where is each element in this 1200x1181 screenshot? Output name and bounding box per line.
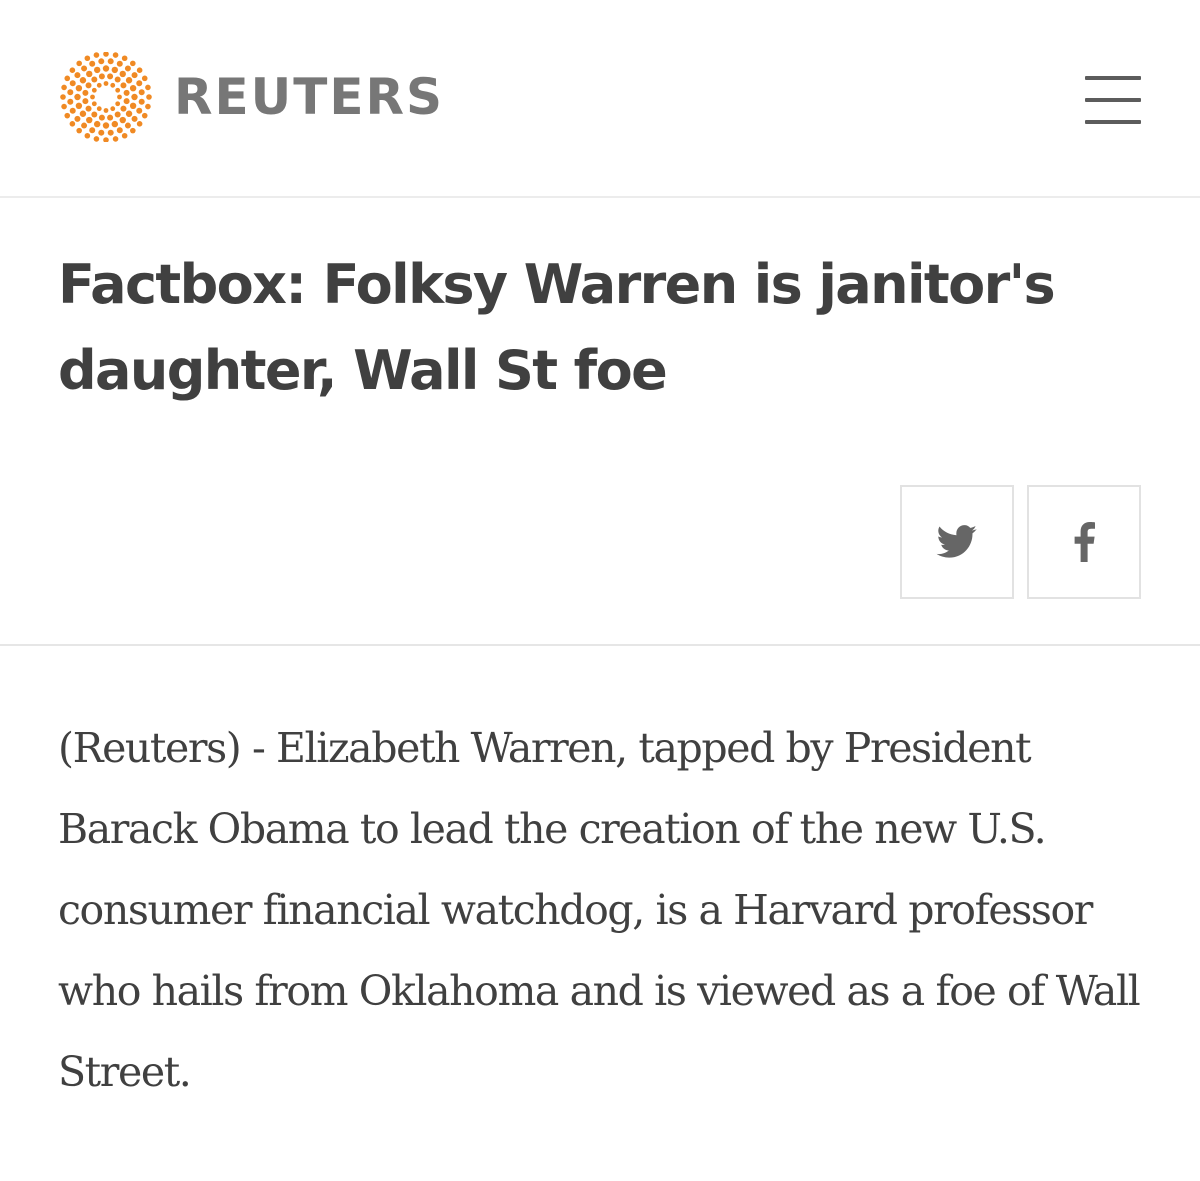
hamburger-menu-button[interactable]	[1082, 74, 1144, 126]
facebook-f-icon	[1074, 522, 1095, 562]
reuters-logo[interactable]: REUTERS	[58, 52, 444, 142]
share-twitter-button[interactable]	[900, 485, 1014, 599]
twitter-bird-icon	[936, 525, 977, 558]
article-body-paragraph: (Reuters) - Elizabeth Warren, tapped by …	[58, 724, 1141, 1096]
site-header: REUTERS	[0, 0, 1200, 198]
brand-name: REUTERS	[174, 68, 445, 126]
share-facebook-button[interactable]	[1027, 485, 1141, 599]
section-divider	[0, 644, 1200, 646]
article-headline: Factbox: Folksy Warren is janitor's daug…	[58, 253, 1056, 402]
reuters-logo-icon	[60, 52, 152, 142]
